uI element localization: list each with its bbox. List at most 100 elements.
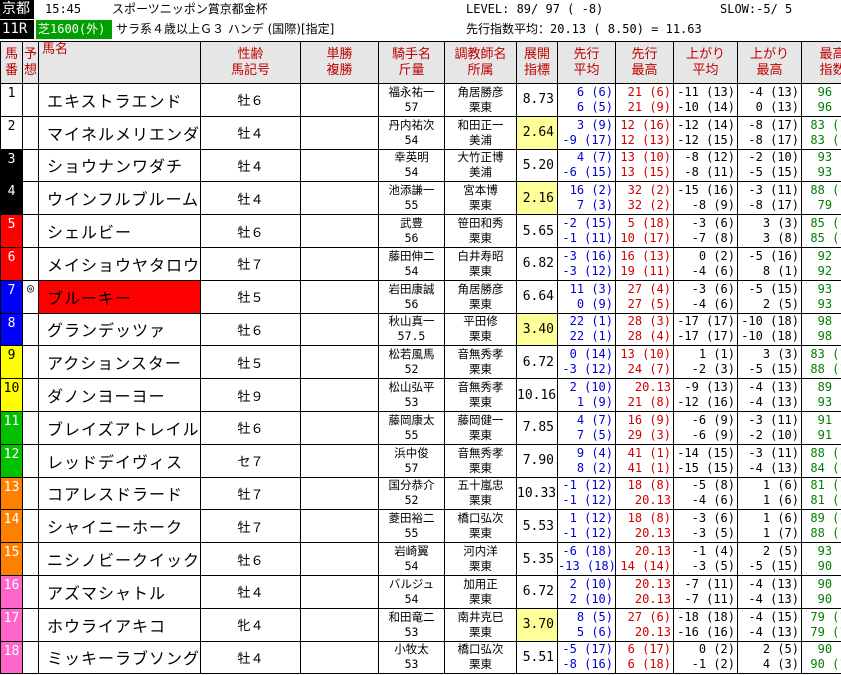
- trainer-cell: 藤岡健一 栗東: [444, 410, 517, 445]
- odds-cell: [300, 83, 379, 117]
- odds-cell: [300, 148, 379, 183]
- horse-name[interactable]: アズマシャトル: [38, 574, 201, 609]
- venue: 京都: [2, 1, 30, 17]
- odds-cell: [300, 378, 379, 412]
- tenkai-index: 6.72: [516, 574, 558, 609]
- a2-cell: 2 (5) 4 (3): [737, 640, 802, 675]
- jockey-cell: 丹内祐次 54: [378, 115, 445, 150]
- a2-cell: -4 (15) -4 (13): [737, 607, 802, 642]
- jockey-cell: 小牧太 53: [378, 640, 445, 675]
- trainer-cell: 橋口弘次 栗東: [444, 640, 517, 675]
- odds-cell: [300, 181, 379, 216]
- trainer-cell: 角居勝彦 栗東: [444, 83, 517, 117]
- trainer-cell: 宮本博 栗東: [444, 181, 517, 216]
- pick-mark: [22, 148, 39, 183]
- s2-cell: 16 (9) 29 (3): [615, 410, 674, 445]
- col-sex-age: 性齢 馬記号: [200, 41, 301, 84]
- tenkai-index: 10.33: [516, 476, 558, 511]
- a2-cell: -2 (10) -5 (15): [737, 148, 802, 183]
- horse-name[interactable]: ミッキーラブソング: [38, 640, 201, 675]
- horse-name[interactable]: ブレイズアトレイル: [38, 410, 201, 445]
- s2-cell: 13 (10) 13 (15): [615, 148, 674, 183]
- jockey-cell: 国分恭介 52: [378, 476, 445, 511]
- sex-age: 牡４: [200, 115, 301, 150]
- a1-cell: -6 (9) -6 (9): [673, 410, 738, 445]
- horse-name[interactable]: ダノンヨーヨー: [38, 378, 201, 412]
- s2-cell: 20.13 20.13: [615, 574, 674, 609]
- horse-name[interactable]: シェルビー: [38, 214, 201, 248]
- m-cell: 93 (3)93 (3): [801, 148, 841, 183]
- m-cell: 98 (1)98 (1): [801, 312, 841, 347]
- sex-age: 牡５: [200, 345, 301, 380]
- odds-cell: [300, 476, 379, 511]
- a2-cell: -8 (17) -8 (17): [737, 115, 802, 150]
- trainer-cell: 橋口弘次 栗東: [444, 509, 517, 544]
- pick-mark: [22, 378, 39, 412]
- table-row: 4 ウインフルブルーム 牡４ 池添謙一 55 宮本博 栗東 2.16 16 (2) 7 (3) 32…: [0, 181, 841, 216]
- table-row: 6 メイショウヤタロウ 牡７ 藤田伸二 54 白井寿昭 栗東 6.82 -3 (16) -3 (1…: [0, 246, 841, 281]
- horse-name[interactable]: マイネルメリエンダ: [38, 115, 201, 150]
- s1-cell: 9 (4) 8 (2): [557, 443, 616, 478]
- s2-cell: 16 (13) 19 (11): [615, 246, 674, 281]
- pick-mark: [22, 214, 39, 248]
- sex-age: 牡４: [200, 574, 301, 609]
- s1-cell: 22 (1) 22 (1): [557, 312, 616, 347]
- horse-name[interactable]: レッドデイヴィス: [38, 443, 201, 478]
- m-cell: 88 (10)84 (15): [801, 443, 841, 478]
- horse-name[interactable]: ショウナンワダチ: [38, 148, 201, 183]
- table-row: 5 シェルビー 牡６ 武豊 56 笹田和秀 栗東 5.65 -2 (15) -1 (11) 5 (1…: [0, 214, 841, 248]
- horse-name[interactable]: アクションスター: [38, 345, 201, 380]
- tenkai-index: 7.85: [516, 410, 558, 445]
- tenkai-index: 10.16: [516, 378, 558, 412]
- horse-name[interactable]: ウインフルブルーム: [38, 181, 201, 216]
- horse-number: 2: [0, 115, 23, 150]
- odds-cell: [300, 279, 379, 314]
- pick-mark: [22, 509, 39, 544]
- a2-cell: -3 (11) -4 (13): [737, 443, 802, 478]
- a2-cell: 3 (3) 3 (8): [737, 214, 802, 248]
- horse-name[interactable]: エキストラエンド: [38, 83, 201, 117]
- horse-number: 15: [0, 542, 23, 576]
- col-jockey: 騎手名 斤量: [378, 41, 445, 84]
- pick-mark: [22, 574, 39, 609]
- sex-age: 牝４: [200, 607, 301, 642]
- s2-cell: 18 (8) 20.13: [615, 509, 674, 544]
- pick-mark: [22, 246, 39, 281]
- horse-name[interactable]: シャイニーホーク: [38, 509, 201, 544]
- conditions: サラ系４歳以上Ｇ３ ハンデ (国際)[指定]: [116, 22, 335, 36]
- jockey-cell: 松若風馬 52: [378, 345, 445, 380]
- a1-cell: -9 (13) -12 (16): [673, 378, 738, 412]
- horse-name[interactable]: コアレスドラード: [38, 476, 201, 511]
- horse-number: 7: [0, 279, 23, 314]
- s1-cell: 3 (9) -9 (17): [557, 115, 616, 150]
- s2-cell: 18 (8) 20.13: [615, 476, 674, 511]
- trainer-cell: 五十嵐忠 栗東: [444, 476, 517, 511]
- pick-mark: [22, 312, 39, 347]
- s1-cell: 4 (7) 7 (5): [557, 410, 616, 445]
- s1-cell: 2 (10) 1 (9): [557, 378, 616, 412]
- m-cell: 89 (10)88 (10): [801, 509, 841, 544]
- s2-cell: 13 (10) 24 (7): [615, 345, 674, 380]
- horse-number: 17: [0, 607, 23, 642]
- trainer-cell: 和田正一 美浦: [444, 115, 517, 150]
- s1-cell: -2 (15) -1 (11): [557, 214, 616, 248]
- horse-name[interactable]: ブルーキー: [38, 279, 201, 314]
- index-average: 先行指数平均：20.13 ( 8.50) = 11.63: [466, 22, 702, 36]
- a1-cell: -7 (11) -7 (11): [673, 574, 738, 609]
- horse-name[interactable]: メイショウヤタロウ: [38, 246, 201, 281]
- s2-cell: 41 (1) 41 (1): [615, 443, 674, 478]
- jockey-cell: 岩田康誠 56: [378, 279, 445, 314]
- horse-name[interactable]: ホウライアキコ: [38, 607, 201, 642]
- jockey-cell: 武豊 56: [378, 214, 445, 248]
- a1-cell: 0 (2) -1 (2): [673, 640, 738, 675]
- a1-cell: -17 (17) -17 (17): [673, 312, 738, 347]
- horse-name[interactable]: ニシノビークイック: [38, 542, 201, 576]
- a2-cell: -4 (13) 0 (13): [737, 83, 802, 117]
- horse-name[interactable]: グランデッツァ: [38, 312, 201, 347]
- table-row: 9 アクションスター 牡５ 松若風馬 52 音無秀孝 栗東 6.72 0 (14) -3 (12)…: [0, 345, 841, 380]
- horse-table: 馬番 予想 馬名 性齢 馬記号 単勝 複勝 騎手名 斤量 調教師名 所属 展開 指標 先行…: [0, 41, 841, 675]
- sex-age: 牡７: [200, 509, 301, 544]
- a2-cell: -3 (11) -8 (17): [737, 181, 802, 216]
- jockey-cell: 秋山真一 57.5: [378, 312, 445, 347]
- m-cell: 83 (14)88 (11): [801, 345, 841, 380]
